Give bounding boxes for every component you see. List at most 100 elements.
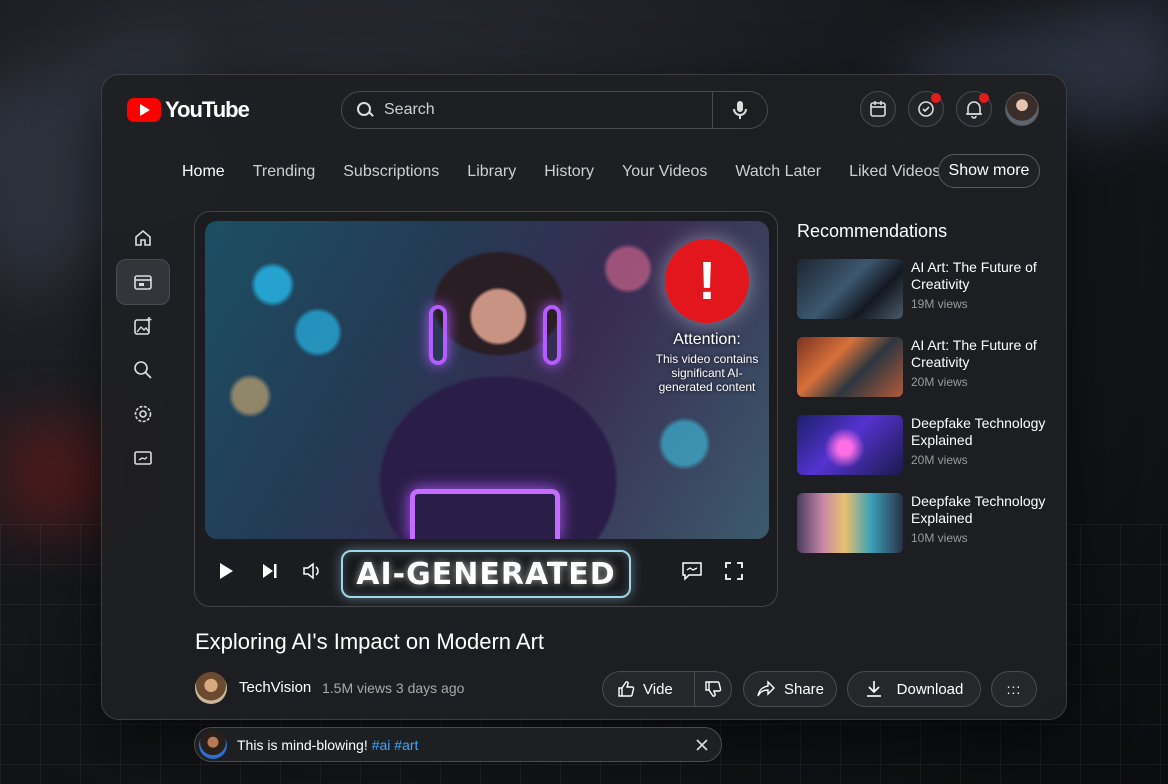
comment-hashtags[interactable]: #ai #art — [372, 737, 419, 753]
show-more-button[interactable]: Show more — [938, 154, 1040, 188]
captions-button[interactable] — [679, 558, 705, 584]
recommendation-views: 10M views — [911, 531, 968, 545]
upload-age: 3 days ago — [395, 680, 465, 696]
youtube-window: YouTube Home Trending Subscriptions Libr… — [101, 74, 1067, 720]
attention-title: Attention: — [673, 331, 741, 348]
youtube-logo[interactable]: YouTube — [127, 97, 250, 123]
fullscreen-button[interactable] — [721, 558, 747, 584]
share-label: Share — [783, 680, 825, 698]
search-input[interactable] — [384, 101, 694, 119]
side-rail — [116, 215, 170, 479]
ai-generated-badge: AI-GENERATED — [341, 550, 631, 598]
subscriptions-icon — [134, 275, 152, 290]
dislike-button[interactable] — [695, 672, 731, 706]
download-label: Download — [896, 680, 964, 698]
recommendation-item[interactable]: Deepfake Technology Explained 20M views — [797, 415, 1057, 477]
thumbs-down-icon — [705, 681, 722, 697]
share-icon — [757, 680, 775, 697]
settings-icon — [134, 405, 152, 423]
share-button[interactable]: Share — [743, 671, 837, 707]
recommendation-thumbnail — [797, 337, 903, 397]
nav-trending[interactable]: Trending — [253, 163, 316, 181]
microphone-icon[interactable] — [713, 92, 767, 128]
download-button[interactable]: Download — [847, 671, 981, 707]
nav-subscriptions[interactable]: Subscriptions — [343, 163, 439, 181]
download-icon — [866, 681, 881, 697]
channel-name[interactable]: TechVision — [239, 679, 311, 696]
attention-body: This video contains significant AI-gener… — [655, 352, 759, 394]
thumbs-up-icon — [618, 681, 635, 697]
rail-search[interactable] — [116, 347, 170, 393]
play-icon — [220, 563, 233, 579]
comment-text: This is mind-blowing! — [237, 736, 368, 753]
recommendation-thumbnail — [797, 259, 903, 319]
add-image-icon — [134, 317, 152, 335]
recommendation-title: Deepfake Technology Explained — [911, 493, 1046, 526]
recommendation-item[interactable]: AI Art: The Future of Creativity 20M vie… — [797, 337, 1057, 399]
commenter-avatar[interactable] — [199, 730, 227, 759]
skip-next-icon — [263, 564, 277, 578]
search-icon — [134, 361, 152, 379]
video-meta: 1.5M views 3 days ago — [322, 680, 464, 696]
recommendation-views: 20M views — [911, 453, 968, 467]
recommendation-thumbnail — [797, 415, 903, 475]
calendar-button[interactable] — [860, 91, 896, 127]
headphone-glow — [543, 305, 561, 365]
home-icon — [135, 229, 151, 246]
youtube-play-logo-icon — [127, 98, 161, 122]
comment-toast: This is mind-blowing! #ai #art — [194, 727, 722, 762]
close-button[interactable] — [695, 738, 709, 752]
rail-settings[interactable] — [116, 391, 170, 437]
recommendation-title: Deepfake Technology Explained — [911, 415, 1046, 448]
captions-icon — [682, 562, 702, 581]
volume-button[interactable] — [299, 558, 325, 584]
monitor-icon — [134, 451, 152, 465]
nav-liked-videos[interactable]: Liked Videos — [849, 163, 940, 181]
recommendation-title: AI Art: The Future of Creativity — [911, 259, 1037, 292]
top-nav: Home Trending Subscriptions Library Hist… — [182, 155, 968, 189]
channel-avatar[interactable] — [195, 672, 227, 704]
nav-watch-later[interactable]: Watch Later — [735, 163, 821, 181]
notification-badge — [979, 93, 989, 103]
like-dislike-group: Vide — [602, 671, 732, 707]
headphone-glow — [429, 305, 447, 365]
warning-icon: ! — [665, 239, 749, 323]
video-title: Exploring AI's Impact on Modern Art — [195, 629, 545, 654]
play-button[interactable] — [213, 558, 239, 584]
rail-create[interactable] — [116, 303, 170, 349]
search-icon — [356, 101, 374, 119]
volume-icon — [303, 562, 319, 580]
notifications-button[interactable] — [956, 91, 992, 127]
nav-home[interactable]: Home — [182, 163, 225, 181]
recommendation-title: AI Art: The Future of Creativity — [911, 337, 1037, 370]
like-label: Vide — [643, 680, 673, 698]
rail-subscriptions[interactable] — [116, 259, 170, 305]
nav-history[interactable]: History — [544, 163, 594, 181]
view-count: 1.5M views — [322, 680, 393, 696]
video-frame[interactable]: ! Attention: This video contains signifi… — [205, 221, 769, 539]
recommendation-item[interactable]: AI Art: The Future of Creativity 19M vie… — [797, 259, 1057, 321]
recommendation-item[interactable]: Deepfake Technology Explained 10M views — [797, 493, 1057, 555]
video-player: ! Attention: This video contains signifi… — [194, 211, 778, 607]
player-controls: AI-GENERATED — [205, 547, 769, 598]
recommendation-views: 20M views — [911, 375, 968, 389]
rail-home[interactable] — [116, 215, 170, 261]
recommendation-thumbnail — [797, 493, 903, 553]
nav-your-videos[interactable]: Your Videos — [622, 163, 707, 181]
recommendation-views: 19M views — [911, 297, 968, 311]
more-actions-button[interactable]: ::: — [991, 671, 1037, 707]
fullscreen-icon — [725, 562, 743, 580]
profile-avatar[interactable] — [1005, 92, 1039, 126]
suit-glow — [410, 489, 560, 539]
calendar-icon — [870, 101, 886, 117]
close-icon — [696, 738, 708, 751]
rail-monitor[interactable] — [116, 435, 170, 481]
logo-text: YouTube — [165, 97, 250, 122]
next-button[interactable] — [257, 558, 283, 584]
search-bar[interactable] — [341, 91, 768, 129]
sync-notify-button[interactable] — [908, 91, 944, 127]
nav-library[interactable]: Library — [467, 163, 516, 181]
like-button[interactable]: Vide — [603, 672, 695, 706]
recommendations-heading: Recommendations — [797, 221, 948, 241]
notification-badge — [931, 93, 941, 103]
